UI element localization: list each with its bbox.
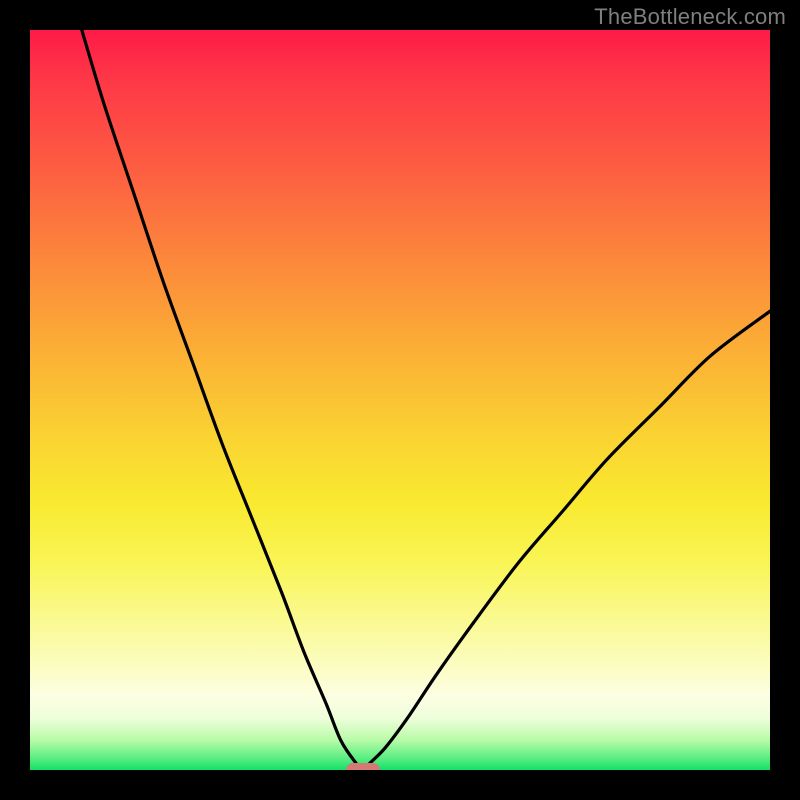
chart-frame: TheBottleneck.com	[0, 0, 800, 800]
curve-path	[82, 30, 770, 770]
bottleneck-curve	[30, 30, 770, 770]
optimum-marker	[346, 763, 380, 770]
plot-area	[30, 30, 770, 770]
watermark-text: TheBottleneck.com	[594, 4, 786, 30]
